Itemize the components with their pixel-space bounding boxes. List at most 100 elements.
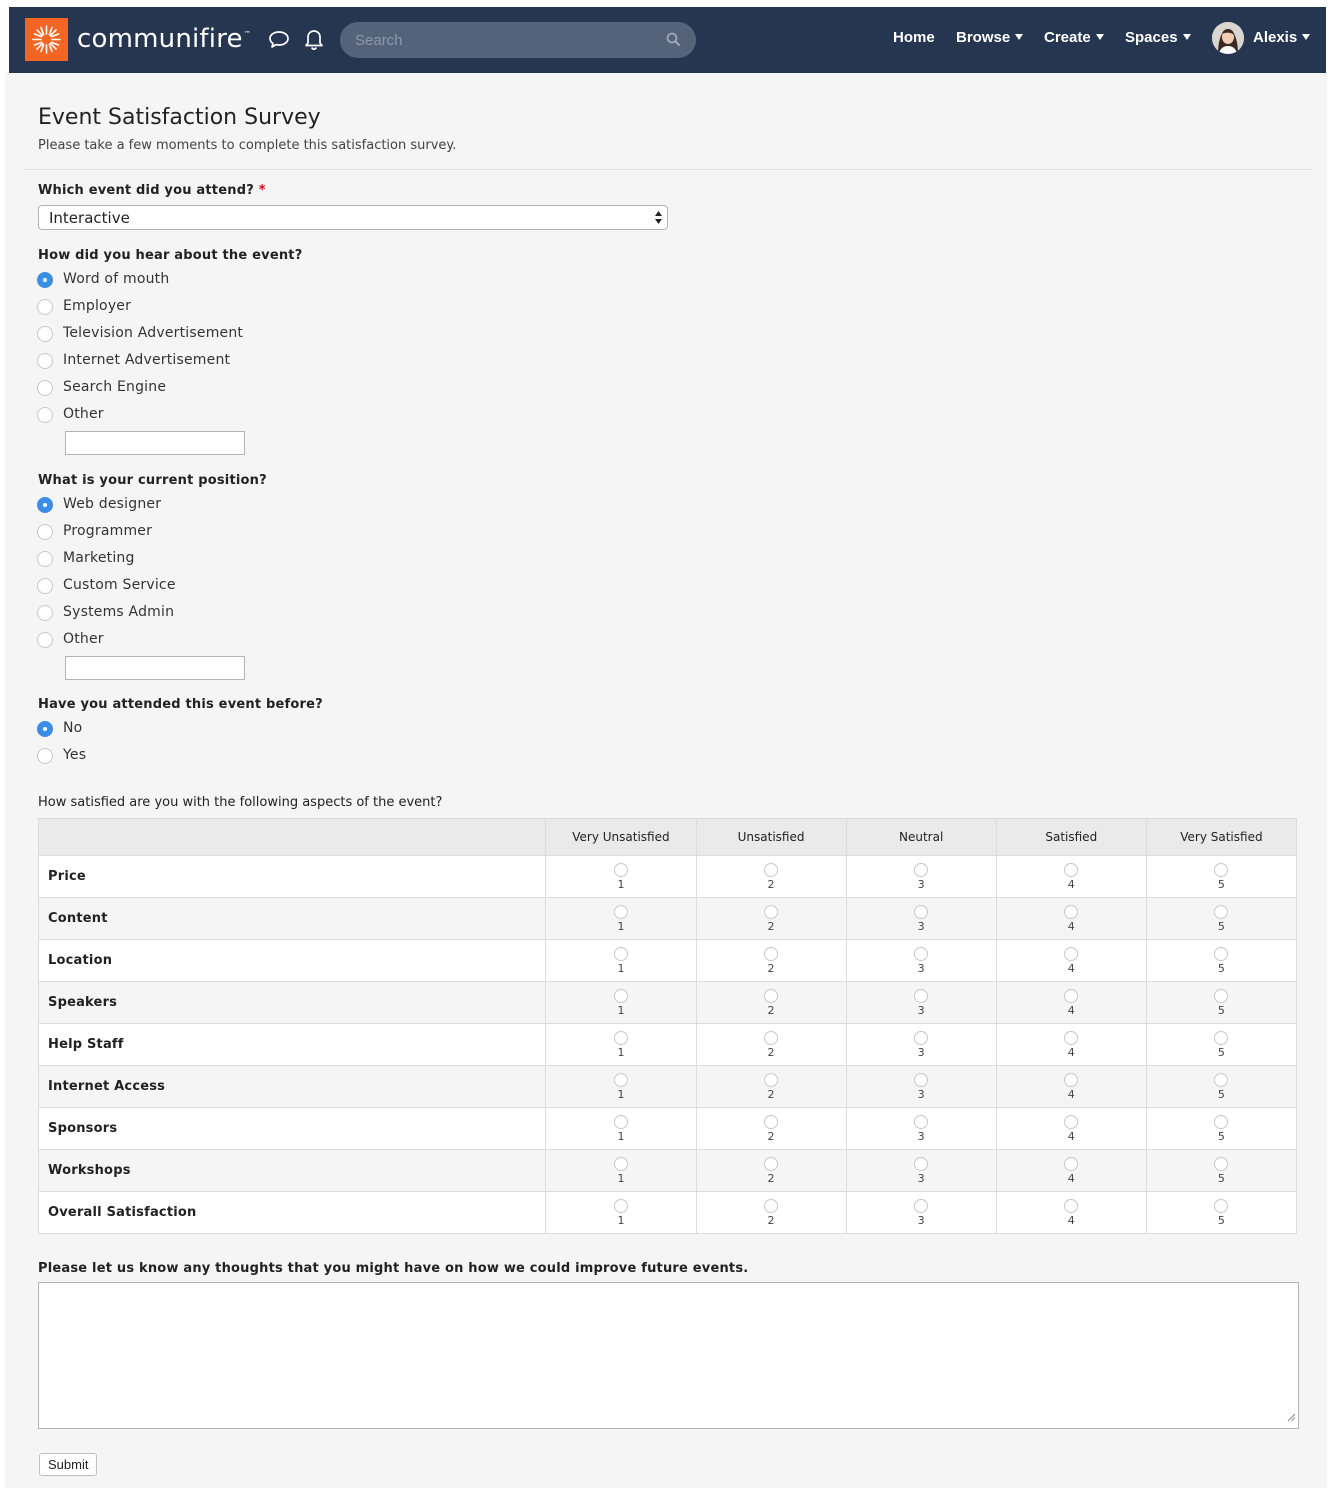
thoughts-textarea[interactable] — [38, 1282, 1299, 1429]
submit-button[interactable]: Submit — [39, 1453, 98, 1476]
matrix-cell[interactable]: 3 — [845, 981, 997, 1024]
matrix-cell[interactable]: 1 — [545, 939, 697, 982]
matrix-cell[interactable]: 5 — [1145, 897, 1298, 940]
matrix-cell[interactable]: 2 — [695, 1023, 847, 1066]
rating-radio[interactable] — [613, 1031, 628, 1045]
matrix-cell[interactable]: 3 — [845, 855, 997, 898]
rating-radio[interactable] — [1064, 905, 1079, 919]
matrix-cell[interactable]: 4 — [995, 1107, 1147, 1150]
rating-radio[interactable] — [613, 1073, 628, 1087]
rating-radio[interactable] — [613, 1199, 628, 1213]
rating-radio[interactable] — [914, 1115, 929, 1129]
rating-radio[interactable] — [1214, 905, 1229, 919]
rating-radio[interactable] — [1064, 947, 1079, 961]
radio-button[interactable] — [37, 605, 53, 621]
matrix-cell[interactable]: 3 — [845, 1023, 997, 1066]
matrix-cell[interactable]: 5 — [1145, 855, 1298, 898]
rating-radio[interactable] — [1064, 1157, 1079, 1171]
search-icon[interactable] — [666, 32, 681, 51]
rating-radio[interactable] — [764, 1157, 779, 1171]
rating-radio[interactable] — [914, 905, 929, 919]
rating-radio[interactable] — [914, 989, 929, 1003]
rating-radio[interactable] — [1214, 989, 1229, 1003]
rating-radio[interactable] — [914, 1157, 929, 1171]
radio-button[interactable] — [37, 407, 53, 423]
rating-radio[interactable] — [1214, 1031, 1229, 1045]
matrix-cell[interactable]: 5 — [1145, 1107, 1298, 1150]
matrix-cell[interactable]: 2 — [695, 939, 847, 982]
matrix-cell[interactable]: 5 — [1145, 1149, 1298, 1192]
matrix-cell[interactable]: 3 — [845, 897, 997, 940]
rating-radio[interactable] — [1214, 1199, 1229, 1213]
matrix-cell[interactable]: 5 — [1145, 1065, 1298, 1108]
user-menu-dropdown[interactable]: Alexis — [1253, 29, 1311, 46]
rating-radio[interactable] — [613, 905, 628, 919]
nav-home-link[interactable]: Home — [893, 29, 935, 46]
rating-radio[interactable] — [914, 1073, 929, 1087]
matrix-cell[interactable]: 4 — [995, 1065, 1147, 1108]
rating-radio[interactable] — [613, 863, 628, 877]
matrix-cell[interactable]: 3 — [845, 1107, 997, 1150]
brand-name[interactable]: communifire™ — [77, 24, 251, 54]
matrix-cell[interactable]: 4 — [995, 981, 1147, 1024]
nav-browse-dropdown[interactable]: Browse — [956, 29, 1024, 46]
rating-radio[interactable] — [613, 1157, 628, 1171]
matrix-cell[interactable]: 4 — [995, 939, 1147, 982]
matrix-cell[interactable]: 4 — [995, 897, 1147, 940]
matrix-cell[interactable]: 4 — [995, 1149, 1147, 1192]
rating-radio[interactable] — [1064, 1073, 1079, 1087]
communifire-logo-icon[interactable] — [25, 18, 68, 61]
radio-button[interactable] — [37, 353, 53, 369]
matrix-cell[interactable]: 1 — [545, 981, 697, 1024]
radio-button[interactable] — [37, 632, 53, 648]
rating-radio[interactable] — [613, 989, 628, 1003]
radio-button[interactable] — [37, 578, 53, 594]
radio-button[interactable] — [37, 748, 53, 764]
rating-radio[interactable] — [764, 1073, 779, 1087]
radio-button[interactable] — [37, 380, 53, 396]
rating-radio[interactable] — [914, 1199, 929, 1213]
matrix-cell[interactable]: 1 — [545, 1191, 697, 1234]
matrix-cell[interactable]: 1 — [545, 855, 697, 898]
matrix-cell[interactable]: 4 — [995, 1191, 1147, 1234]
rating-radio[interactable] — [764, 905, 779, 919]
rating-radio[interactable] — [1064, 1199, 1079, 1213]
matrix-cell[interactable]: 1 — [545, 1107, 697, 1150]
rating-radio[interactable] — [1214, 1157, 1229, 1171]
event-select[interactable]: Interactive — [38, 205, 668, 230]
rating-radio[interactable] — [764, 1031, 779, 1045]
rating-radio[interactable] — [914, 947, 929, 961]
search-input[interactable] — [340, 22, 696, 58]
matrix-cell[interactable]: 5 — [1145, 981, 1298, 1024]
rating-radio[interactable] — [1214, 1115, 1229, 1129]
position-other-input[interactable] — [65, 656, 245, 680]
rating-radio[interactable] — [1064, 1031, 1079, 1045]
chat-bubble-icon[interactable] — [268, 29, 290, 53]
rating-radio[interactable] — [1214, 947, 1229, 961]
radio-button[interactable] — [37, 551, 53, 567]
matrix-cell[interactable]: 1 — [545, 1149, 697, 1192]
matrix-cell[interactable]: 1 — [545, 897, 697, 940]
matrix-cell[interactable]: 1 — [545, 1065, 697, 1108]
radio-button[interactable] — [37, 326, 53, 342]
radio-selected[interactable] — [37, 721, 53, 737]
matrix-cell[interactable]: 2 — [695, 897, 847, 940]
user-avatar[interactable] — [1212, 22, 1244, 54]
rating-radio[interactable] — [764, 947, 779, 961]
radio-selected[interactable] — [37, 497, 53, 513]
matrix-cell[interactable]: 2 — [695, 855, 847, 898]
rating-radio[interactable] — [914, 863, 929, 877]
matrix-cell[interactable]: 5 — [1145, 1023, 1298, 1066]
radio-button[interactable] — [37, 524, 53, 540]
rating-radio[interactable] — [1214, 863, 1229, 877]
hear-other-input[interactable] — [65, 431, 245, 455]
rating-radio[interactable] — [613, 1115, 628, 1129]
rating-radio[interactable] — [1064, 863, 1079, 877]
matrix-cell[interactable]: 1 — [545, 1023, 697, 1066]
rating-radio[interactable] — [1064, 989, 1079, 1003]
matrix-cell[interactable]: 3 — [845, 1149, 997, 1192]
matrix-cell[interactable]: 3 — [845, 939, 997, 982]
matrix-cell[interactable]: 5 — [1145, 1191, 1298, 1234]
rating-radio[interactable] — [764, 989, 779, 1003]
matrix-cell[interactable]: 2 — [695, 981, 847, 1024]
